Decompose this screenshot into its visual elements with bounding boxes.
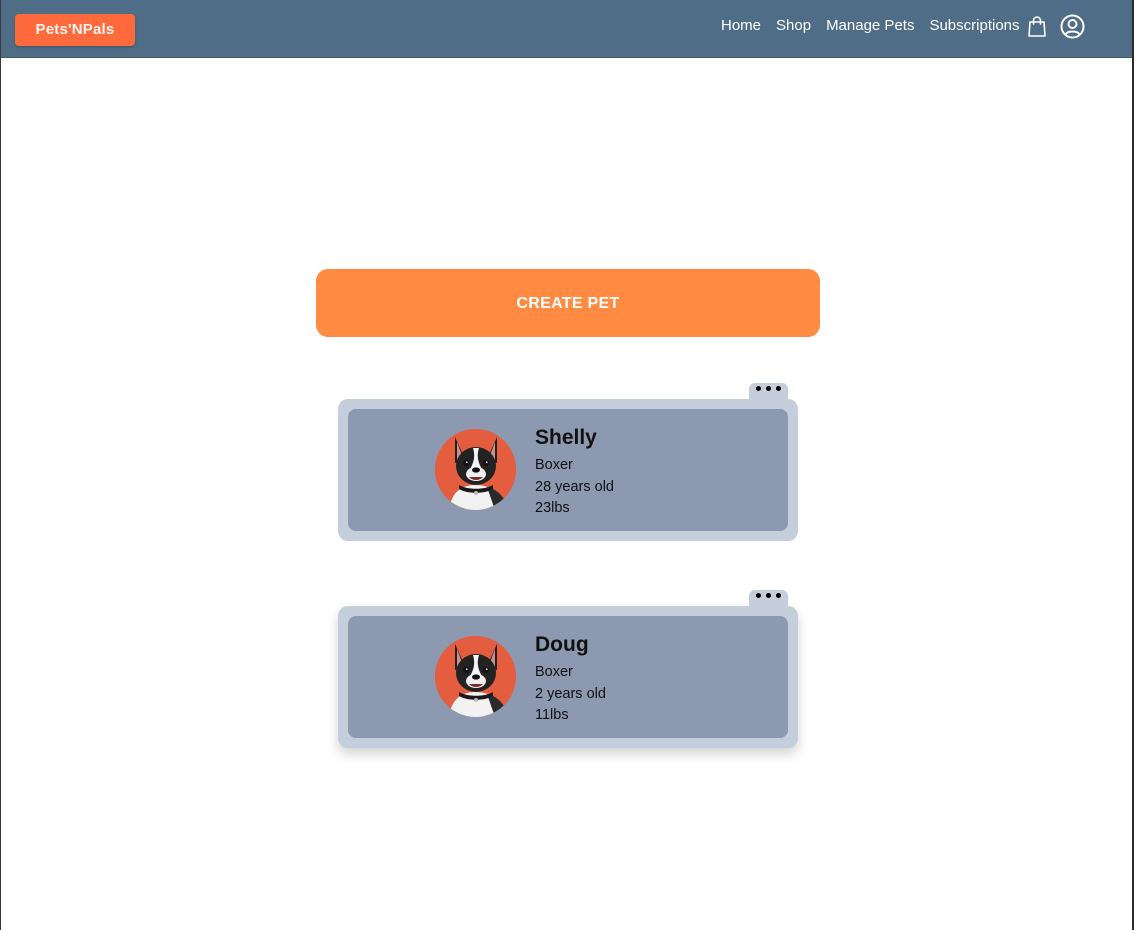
top-navbar: Pets'NPals Home Shop Manage Pets Subscri… (1, 0, 1132, 58)
pet-card-menu-button[interactable] (749, 383, 788, 405)
nav-link-manage-pets[interactable]: Manage Pets (826, 16, 914, 36)
pet-card-body: Shelly Boxer 28 years old 23lbs (348, 409, 788, 531)
pet-info: Doug Boxer 2 years old 11lbs (535, 631, 606, 727)
pet-info: Shelly Boxer 28 years old 23lbs (535, 424, 614, 520)
app-window: Pets'NPals Home Shop Manage Pets Subscri… (0, 0, 1134, 930)
nav-link-home[interactable]: Home (721, 16, 761, 36)
pet-avatar (435, 636, 516, 717)
more-dots-icon (749, 386, 788, 391)
pet-avatar (435, 429, 516, 510)
account-circle-icon[interactable] (1060, 14, 1085, 39)
pet-weight: 11lbs (535, 707, 569, 723)
shopping-bag-icon[interactable] (1025, 14, 1049, 38)
pet-card-menu-button[interactable] (749, 590, 788, 612)
pet-weight: 23lbs (535, 500, 570, 516)
pet-age: 28 years old (535, 478, 614, 495)
pet-card-body: Doug Boxer 2 years old 11lbs (348, 616, 788, 738)
pet-name: Doug (535, 633, 589, 656)
nav-links: Home Shop Manage Pets Subscriptions (721, 16, 1035, 36)
pet-breed: Boxer (535, 664, 573, 680)
brand-logo[interactable]: Pets'NPals (15, 14, 135, 46)
pet-breed: Boxer (535, 457, 573, 473)
pet-card[interactable]: Doug Boxer 2 years old 11lbs (338, 590, 798, 748)
pet-age: 2 years old (535, 685, 606, 702)
more-dots-icon (749, 593, 788, 598)
nav-link-subscriptions[interactable]: Subscriptions (929, 16, 1019, 36)
pet-name: Shelly (535, 426, 597, 449)
create-pet-button[interactable]: CREATE PET (316, 269, 820, 337)
pet-card[interactable]: Shelly Boxer 28 years old 23lbs (338, 383, 798, 541)
nav-link-shop[interactable]: Shop (776, 16, 811, 36)
